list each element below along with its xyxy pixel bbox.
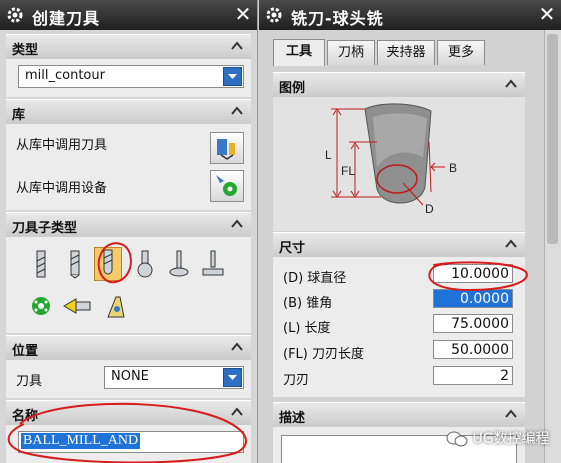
retrieve-tool-button[interactable] bbox=[210, 132, 244, 164]
library-tool-icon bbox=[217, 139, 235, 160]
probe-icon[interactable] bbox=[104, 291, 130, 321]
ball-diameter-input[interactable]: 10.0000 bbox=[433, 264, 513, 283]
section-dimensions-header[interactable]: 尺寸 bbox=[273, 232, 525, 258]
flutes-label: 刀刃 bbox=[283, 373, 310, 388]
section-location-header[interactable]: 位置 bbox=[6, 335, 251, 361]
type-combo-value: mill_contour bbox=[25, 68, 105, 83]
chevron-up-icon[interactable] bbox=[229, 38, 245, 54]
dialog-title: 铣刀-球头铣 bbox=[291, 9, 384, 28]
taper-angle-input[interactable]: 0.0000 bbox=[433, 289, 513, 308]
drill-mill-icon[interactable] bbox=[62, 249, 88, 279]
dropdown-arrow-icon[interactable] bbox=[223, 67, 242, 86]
section-type-label: 类型 bbox=[12, 43, 39, 58]
retrieve-device-label: 从库中调用设备 bbox=[16, 181, 108, 196]
tab-tool[interactable]: 工具 bbox=[273, 39, 325, 66]
section-location-body: 刀具 NONE bbox=[6, 360, 251, 398]
tool-name-input[interactable]: BALL_MILL_AND bbox=[18, 431, 244, 453]
section-library-label: 库 bbox=[12, 108, 26, 123]
ball-mill-titlebar[interactable]: 铣刀-球头铣 ✕ bbox=[259, 0, 561, 30]
chevron-up-icon[interactable] bbox=[229, 404, 245, 420]
wechat-icon bbox=[446, 431, 468, 447]
tab-holder[interactable]: 夹持器 bbox=[377, 40, 435, 65]
legend-label-fl: FL bbox=[341, 164, 355, 178]
section-legend-header[interactable]: 图例 bbox=[273, 72, 525, 98]
section-description-label: 描述 bbox=[279, 411, 306, 426]
section-location-label: 位置 bbox=[12, 344, 39, 359]
ball-mill-button[interactable] bbox=[94, 247, 122, 281]
watermark-text: UG数控编程 bbox=[472, 431, 550, 447]
chevron-up-icon[interactable] bbox=[503, 76, 519, 92]
flutes-input[interactable]: 2 bbox=[433, 366, 513, 385]
section-name-label: 名称 bbox=[12, 409, 39, 424]
close-icon[interactable]: ✕ bbox=[233, 3, 253, 25]
legend-label-d: D bbox=[425, 202, 434, 216]
length-input[interactable]: 75.0000 bbox=[433, 314, 513, 333]
gear-icon[interactable] bbox=[6, 6, 24, 24]
dialog-title: 创建刀具 bbox=[32, 9, 101, 28]
section-subtype-label: 刀具子类型 bbox=[12, 221, 78, 236]
section-type-body: mill_contour bbox=[6, 59, 251, 97]
ball-mill-icon bbox=[103, 249, 113, 275]
tool-location-label: 刀具 bbox=[16, 374, 43, 389]
taper-angle-label: (B) 锥角 bbox=[283, 296, 333, 311]
chevron-up-icon[interactable] bbox=[229, 216, 245, 232]
dropdown-arrow-icon[interactable] bbox=[223, 368, 242, 387]
section-dimensions-body: (D) 球直径 10.0000 (B) 锥角 0.0000 (L) 长度 75.… bbox=[273, 257, 525, 397]
vertical-scrollbar[interactable] bbox=[544, 30, 561, 463]
flute-length-label: (FL) 刀刃长度 bbox=[283, 347, 364, 362]
section-legend-body: L FL B D bbox=[273, 97, 525, 231]
chevron-up-icon[interactable] bbox=[229, 339, 245, 355]
create-tool-titlebar[interactable]: 创建刀具 ✕ bbox=[0, 0, 257, 30]
t-cutter-icon[interactable] bbox=[166, 249, 192, 279]
legend-label-l: L bbox=[325, 148, 332, 162]
create-tool-dialog: 创建刀具 ✕ 类型 mill_contour 库 从库中调用刀具 从库中调用设备 bbox=[0, 0, 258, 463]
watermark: UG数控编程 bbox=[446, 428, 550, 452]
length-label: (L) 长度 bbox=[283, 321, 331, 336]
library-device-icon bbox=[216, 175, 237, 196]
retrieve-device-button[interactable] bbox=[210, 170, 244, 202]
section-library-body: 从库中调用刀具 从库中调用设备 bbox=[6, 124, 251, 210]
retrieve-tool-label: 从库中调用刀具 bbox=[16, 138, 108, 153]
section-subtype-header[interactable]: 刀具子类型 bbox=[6, 212, 251, 238]
holder-icon[interactable] bbox=[62, 291, 94, 321]
section-subtype-body bbox=[6, 237, 251, 333]
tool-name-value: BALL_MILL_AND bbox=[21, 433, 141, 449]
tool-location-value: NONE bbox=[111, 369, 149, 384]
chevron-up-icon[interactable] bbox=[503, 406, 519, 422]
section-library-header[interactable]: 库 bbox=[6, 99, 251, 125]
tab-shank[interactable]: 刀柄 bbox=[327, 40, 375, 65]
section-dimensions-label: 尺寸 bbox=[279, 241, 306, 256]
ball-diameter-label: (D) 球直径 bbox=[283, 271, 347, 286]
type-combo[interactable]: mill_contour bbox=[18, 65, 244, 88]
section-type-header[interactable]: 类型 bbox=[6, 34, 251, 60]
spherical-mill-icon[interactable] bbox=[132, 249, 158, 279]
chevron-up-icon[interactable] bbox=[229, 103, 245, 119]
section-name-body: BALL_MILL_AND bbox=[6, 425, 251, 463]
ball-mill-dialog: 铣刀-球头铣 ✕ 工具 刀柄 夹持器 更多 图例 L FL B D 尺寸 (D)… bbox=[259, 0, 561, 463]
section-description-header[interactable]: 描述 bbox=[273, 402, 525, 428]
legend-label-b: B bbox=[449, 161, 457, 175]
ball-mill-diagram: L FL B D bbox=[325, 103, 457, 216]
flute-length-input[interactable]: 50.0000 bbox=[433, 340, 513, 359]
scrollbar-thumb[interactable] bbox=[547, 34, 558, 244]
close-icon[interactable]: ✕ bbox=[537, 3, 557, 25]
section-name-header[interactable]: 名称 bbox=[6, 400, 251, 426]
tab-more[interactable]: 更多 bbox=[437, 40, 485, 65]
section-legend-label: 图例 bbox=[279, 81, 306, 96]
gear-icon[interactable] bbox=[265, 6, 283, 24]
barrel-cutter-icon[interactable] bbox=[200, 249, 226, 279]
chevron-up-icon[interactable] bbox=[503, 236, 519, 252]
tool-location-combo[interactable]: NONE bbox=[104, 366, 244, 389]
device-icon[interactable] bbox=[28, 291, 54, 321]
end-mill-icon[interactable] bbox=[28, 249, 54, 279]
